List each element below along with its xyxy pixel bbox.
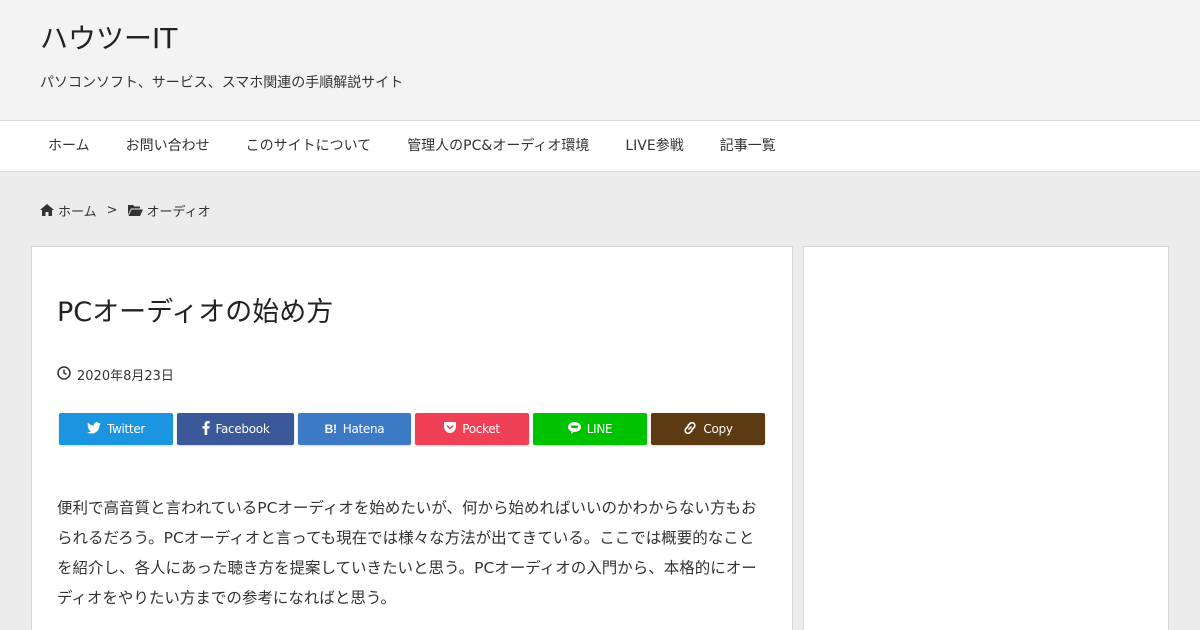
nav-item-environment[interactable]: 管理人のPC&オーディオ環境 — [389, 121, 607, 171]
home-icon — [40, 204, 54, 216]
breadcrumb-home-label: ホーム — [58, 204, 97, 220]
share-buttons: Twitter Facebook B! Hatena Pocket LINE C… — [59, 413, 765, 445]
breadcrumb-home[interactable]: ホーム — [40, 201, 97, 220]
share-copy-label: Copy — [703, 422, 733, 436]
share-line-button[interactable]: LINE — [533, 413, 647, 445]
breadcrumb-category[interactable]: オーディオ — [127, 201, 211, 220]
article-date: 2020年8月23日 — [57, 365, 174, 384]
nav-item-about[interactable]: このサイトについて — [228, 121, 390, 171]
article-title: PCオーディオの始め方 — [57, 297, 334, 328]
share-facebook-button[interactable]: Facebook — [177, 413, 294, 445]
clock-icon — [57, 365, 71, 384]
site-header: ハウツーIT パソコンソフト、サービス、スマホ関連の手順解説サイト — [0, 0, 1200, 120]
link-icon — [683, 421, 697, 438]
share-hatena-label: Hatena — [342, 422, 385, 436]
article-card: PCオーディオの始め方 2020年8月23日 Twitter Facebook … — [31, 246, 793, 630]
breadcrumb-category-label: オーディオ — [146, 204, 211, 220]
line-icon — [567, 421, 581, 437]
nav-item-articles[interactable]: 記事一覧 — [702, 121, 794, 171]
article-date-text: 2020年8月23日 — [77, 369, 174, 384]
share-line-label: LINE — [586, 422, 613, 436]
facebook-icon — [202, 420, 210, 438]
share-twitter-button[interactable]: Twitter — [59, 413, 173, 445]
nav-item-contact[interactable]: お問い合わせ — [108, 121, 228, 171]
twitter-icon — [86, 421, 101, 437]
folder-open-icon — [127, 204, 143, 216]
pocket-icon — [444, 422, 457, 436]
article-body: 便利で高音質と言われているPCオーディオを始めたいが、何から始めればいいのかわか… — [57, 499, 757, 607]
nav-item-live[interactable]: LIVE参戦 — [607, 121, 701, 171]
site-title[interactable]: ハウツーIT — [40, 22, 177, 56]
global-nav: ホーム お問い合わせ このサイトについて 管理人のPC&オーディオ環境 LIVE… — [0, 120, 1200, 172]
sidebar — [803, 246, 1169, 630]
share-twitter-label: Twitter — [106, 422, 146, 436]
site-tagline: パソコンソフト、サービス、スマホ関連の手順解説サイト — [40, 75, 404, 91]
hatena-icon: B! — [324, 422, 337, 436]
share-pocket-button[interactable]: Pocket — [415, 413, 529, 445]
share-copy-button[interactable]: Copy — [651, 413, 765, 445]
breadcrumb-separator: > — [106, 202, 118, 218]
share-hatena-button[interactable]: B! Hatena — [298, 413, 411, 445]
breadcrumb: ホーム > オーディオ — [40, 201, 211, 220]
share-pocket-label: Pocket — [462, 422, 500, 436]
nav-item-home[interactable]: ホーム — [30, 121, 108, 171]
share-facebook-label: Facebook — [215, 422, 270, 436]
